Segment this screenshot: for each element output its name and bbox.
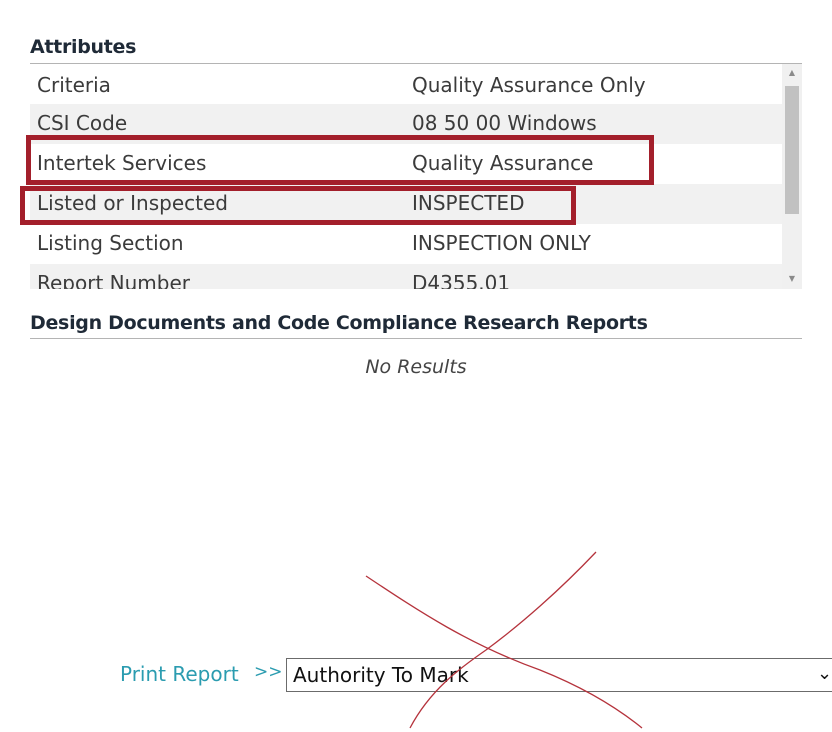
attribute-value: INSPECTED <box>412 191 525 215</box>
print-report-arrows: >> <box>254 662 283 682</box>
attributes-heading: Attributes <box>30 36 137 58</box>
attribute-row-report-number: Report Number D4355.01 <box>30 264 782 289</box>
design-documents-heading: Design Documents and Code Compliance Res… <box>30 312 648 334</box>
attribute-row-listing-section: Listing Section INSPECTION ONLY <box>30 224 782 264</box>
scroll-down-arrow-icon[interactable]: ▼ <box>782 274 802 283</box>
no-results-text: No Results <box>365 356 467 378</box>
attribute-value: 08 50 00 Windows <box>412 111 597 135</box>
design-documents-rule <box>30 338 802 339</box>
report-type-selected-value: Authority To Mark <box>293 663 469 687</box>
chevron-down-icon[interactable]: ⌄ <box>817 663 832 684</box>
attribute-value: Quality Assurance <box>412 151 594 175</box>
attribute-value: D4355.01 <box>412 271 511 289</box>
attribute-row-listed-or-inspected: Listed or Inspected INSPECTED <box>30 184 782 224</box>
attribute-key: Intertek Services <box>37 151 207 175</box>
attribute-row-csi-code: CSI Code 08 50 00 Windows <box>30 104 782 144</box>
scrollbar-thumb[interactable] <box>785 86 799 214</box>
scroll-up-arrow-icon[interactable]: ▲ <box>782 68 802 77</box>
attribute-key: Listing Section <box>37 231 184 255</box>
print-report-link[interactable]: Print Report <box>120 662 239 686</box>
report-type-select[interactable]: Authority To Mark ⌄ <box>286 658 832 692</box>
attribute-key: Report Number <box>37 271 190 289</box>
attribute-row-criteria: Criteria Quality Assurance Only <box>30 66 782 106</box>
attributes-table[interactable]: Criteria Quality Assurance Only CSI Code… <box>30 64 802 289</box>
attribute-value: INSPECTION ONLY <box>412 231 591 255</box>
page: Attributes Criteria Quality Assurance On… <box>0 0 832 732</box>
attribute-key: Criteria <box>37 73 111 97</box>
attribute-value: Quality Assurance Only <box>412 73 646 97</box>
attribute-row-intertek-services: Intertek Services Quality Assurance <box>30 144 782 184</box>
attributes-scrollbar[interactable]: ▲ ▼ <box>782 64 802 289</box>
attribute-key: Listed or Inspected <box>37 191 228 215</box>
attribute-key: CSI Code <box>37 111 128 135</box>
